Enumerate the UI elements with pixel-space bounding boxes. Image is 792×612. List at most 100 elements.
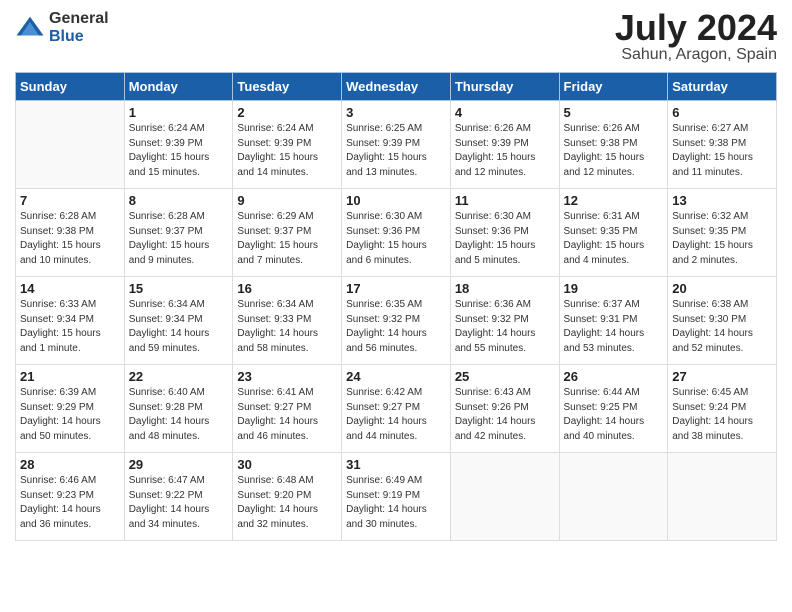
calendar-cell: [450, 453, 559, 541]
logo-icon: [15, 13, 45, 43]
calendar-cell: 29 Sunrise: 6:47 AM Sunset: 9:22 PM Dayli…: [124, 453, 233, 541]
day-header-friday: Friday: [559, 73, 668, 101]
calendar-week-row: 1 Sunrise: 6:24 AM Sunset: 9:39 PM Daylig…: [16, 101, 777, 189]
calendar-week-row: 21Sunrise: 6:39 AM Sunset: 9:29 PM Dayli…: [16, 365, 777, 453]
day-info: Sunrise: 6:38 AM Sunset: 9:30 PM Dayligh…: [672, 298, 772, 356]
day-info: Sunrise: 6:43 AM Sunset: 9:26 PM Dayligh…: [455, 386, 555, 444]
day-info: Sunrise: 6:28 AM Sunset: 9:37 PM Dayligh…: [129, 210, 229, 268]
day-number: 20: [672, 281, 772, 296]
calendar-cell: 9Sunrise: 6:29 AM Sunset: 9:37 PM Daylig…: [233, 189, 342, 277]
day-number: 16: [237, 281, 337, 296]
day-header-wednesday: Wednesday: [342, 73, 451, 101]
day-number: 27: [672, 369, 772, 384]
calendar-cell: 16 Sunrise: 6:34 AM Sunset: 9:33 PM Dayli…: [233, 277, 342, 365]
calendar-cell: 17 Sunrise: 6:35 AM Sunset: 9:32 PM Dayli…: [342, 277, 451, 365]
day-number: 29: [129, 457, 229, 472]
day-number: 2: [237, 105, 337, 120]
calendar-cell: 18Sunrise: 6:36 AM Sunset: 9:32 PM Dayli…: [450, 277, 559, 365]
day-header-monday: Monday: [124, 73, 233, 101]
day-number: 26: [564, 369, 664, 384]
calendar-cell: 28 Sunrise: 6:46 AM Sunset: 9:23 PM Dayli…: [16, 453, 125, 541]
day-info: Sunrise: 6:33 AM Sunset: 9:34 PM Dayligh…: [20, 298, 120, 356]
calendar-cell: [16, 101, 125, 189]
day-number: 12: [564, 193, 664, 208]
day-info: Sunrise: 6:45 AM Sunset: 9:24 PM Dayligh…: [672, 386, 772, 444]
day-number: 23: [237, 369, 337, 384]
calendar-cell: 30 Sunrise: 6:48 AM Sunset: 9:20 PM Dayli…: [233, 453, 342, 541]
day-number: 21: [20, 369, 120, 384]
day-number: 3: [346, 105, 446, 120]
day-info: Sunrise: 6:26 AM Sunset: 9:38 PM Dayligh…: [564, 122, 664, 180]
calendar-cell: 2 Sunrise: 6:24 AM Sunset: 9:39 PM Daylig…: [233, 101, 342, 189]
calendar-cell: 14 Sunrise: 6:33 AM Sunset: 9:34 PM Dayli…: [16, 277, 125, 365]
day-info: Sunrise: 6:32 AM Sunset: 9:35 PM Dayligh…: [672, 210, 772, 268]
day-number: 5: [564, 105, 664, 120]
logo-general: General: [49, 10, 109, 27]
calendar-cell: 22Sunrise: 6:40 AM Sunset: 9:28 PM Dayli…: [124, 365, 233, 453]
calendar-cell: 8Sunrise: 6:28 AM Sunset: 9:37 PM Daylig…: [124, 189, 233, 277]
day-info: Sunrise: 6:49 AM Sunset: 9:19 PM Dayligh…: [346, 474, 446, 532]
day-info: Sunrise: 6:31 AM Sunset: 9:35 PM Dayligh…: [564, 210, 664, 268]
day-number: 11: [455, 193, 555, 208]
calendar-cell: 25 Sunrise: 6:43 AM Sunset: 9:26 PM Dayli…: [450, 365, 559, 453]
day-number: 1: [129, 105, 229, 120]
day-number: 28: [20, 457, 120, 472]
calendar-cell: 6Sunrise: 6:27 AM Sunset: 9:38 PM Daylig…: [668, 101, 777, 189]
day-number: 25: [455, 369, 555, 384]
calendar-cell: 26 Sunrise: 6:44 AM Sunset: 9:25 PM Dayli…: [559, 365, 668, 453]
day-info: Sunrise: 6:47 AM Sunset: 9:22 PM Dayligh…: [129, 474, 229, 532]
day-header-sunday: Sunday: [16, 73, 125, 101]
month-title: July 2024: [615, 10, 777, 46]
calendar-cell: 1Sunrise: 6:24 AM Sunset: 9:39 PM Daylig…: [124, 101, 233, 189]
day-number: 19: [564, 281, 664, 296]
calendar-cell: 10 Sunrise: 6:30 AM Sunset: 9:36 PM Dayli…: [342, 189, 451, 277]
day-info: Sunrise: 6:28 AM Sunset: 9:38 PM Dayligh…: [20, 210, 120, 268]
day-header-thursday: Thursday: [450, 73, 559, 101]
calendar-cell: 4Sunrise: 6:26 AM Sunset: 9:39 PM Daylig…: [450, 101, 559, 189]
day-info: Sunrise: 6:24 AM Sunset: 9:39 PM Dayligh…: [237, 122, 337, 180]
day-info: Sunrise: 6:48 AM Sunset: 9:20 PM Dayligh…: [237, 474, 337, 532]
day-number: 10: [346, 193, 446, 208]
day-info: Sunrise: 6:27 AM Sunset: 9:38 PM Dayligh…: [672, 122, 772, 180]
day-info: Sunrise: 6:44 AM Sunset: 9:25 PM Dayligh…: [564, 386, 664, 444]
day-number: 17: [346, 281, 446, 296]
calendar-header: SundayMondayTuesdayWednesdayThursdayFrid…: [16, 73, 777, 101]
calendar-cell: 7Sunrise: 6:28 AM Sunset: 9:38 PM Daylig…: [16, 189, 125, 277]
day-info: Sunrise: 6:37 AM Sunset: 9:31 PM Dayligh…: [564, 298, 664, 356]
calendar-cell: 23Sunrise: 6:41 AM Sunset: 9:27 PM Dayli…: [233, 365, 342, 453]
calendar-cell: [668, 453, 777, 541]
calendar-cell: 5 Sunrise: 6:26 AM Sunset: 9:38 PM Daylig…: [559, 101, 668, 189]
day-info: Sunrise: 6:42 AM Sunset: 9:27 PM Dayligh…: [346, 386, 446, 444]
day-info: Sunrise: 6:34 AM Sunset: 9:33 PM Dayligh…: [237, 298, 337, 356]
calendar-cell: 31Sunrise: 6:49 AM Sunset: 9:19 PM Dayli…: [342, 453, 451, 541]
calendar-cell: 24Sunrise: 6:42 AM Sunset: 9:27 PM Dayli…: [342, 365, 451, 453]
calendar-cell: 13 Sunrise: 6:32 AM Sunset: 9:35 PM Dayli…: [668, 189, 777, 277]
day-number: 22: [129, 369, 229, 384]
main-container: General Blue July 2024 Sahun, Aragon, Sp…: [0, 0, 792, 551]
calendar-week-row: 28 Sunrise: 6:46 AM Sunset: 9:23 PM Dayli…: [16, 453, 777, 541]
calendar-week-row: 14 Sunrise: 6:33 AM Sunset: 9:34 PM Dayli…: [16, 277, 777, 365]
day-number: 14: [20, 281, 120, 296]
day-info: Sunrise: 6:30 AM Sunset: 9:36 PM Dayligh…: [346, 210, 446, 268]
day-number: 30: [237, 457, 337, 472]
day-info: Sunrise: 6:35 AM Sunset: 9:32 PM Dayligh…: [346, 298, 446, 356]
calendar-table: SundayMondayTuesdayWednesdayThursdayFrid…: [15, 72, 777, 541]
day-info: Sunrise: 6:30 AM Sunset: 9:36 PM Dayligh…: [455, 210, 555, 268]
logo-blue: Blue: [49, 28, 84, 45]
location-title: Sahun, Aragon, Spain: [615, 46, 777, 64]
calendar-body: 1 Sunrise: 6:24 AM Sunset: 9:39 PM Daylig…: [16, 101, 777, 541]
calendar-cell: 12 Sunrise: 6:31 AM Sunset: 9:35 PM Dayli…: [559, 189, 668, 277]
calendar-cell: 21Sunrise: 6:39 AM Sunset: 9:29 PM Dayli…: [16, 365, 125, 453]
day-number: 9: [237, 193, 337, 208]
calendar-cell: 20 Sunrise: 6:38 AM Sunset: 9:30 PM Dayli…: [668, 277, 777, 365]
day-header-tuesday: Tuesday: [233, 73, 342, 101]
calendar-cell: 27 Sunrise: 6:45 AM Sunset: 9:24 PM Dayli…: [668, 365, 777, 453]
day-number: 13: [672, 193, 772, 208]
calendar-cell: 19 Sunrise: 6:37 AM Sunset: 9:31 PM Dayli…: [559, 277, 668, 365]
calendar-week-row: 7Sunrise: 6:28 AM Sunset: 9:38 PM Daylig…: [16, 189, 777, 277]
logo: General Blue: [15, 10, 109, 46]
day-info: Sunrise: 6:36 AM Sunset: 9:32 PM Dayligh…: [455, 298, 555, 356]
calendar-cell: [559, 453, 668, 541]
day-info: Sunrise: 6:46 AM Sunset: 9:23 PM Dayligh…: [20, 474, 120, 532]
day-header-saturday: Saturday: [668, 73, 777, 101]
